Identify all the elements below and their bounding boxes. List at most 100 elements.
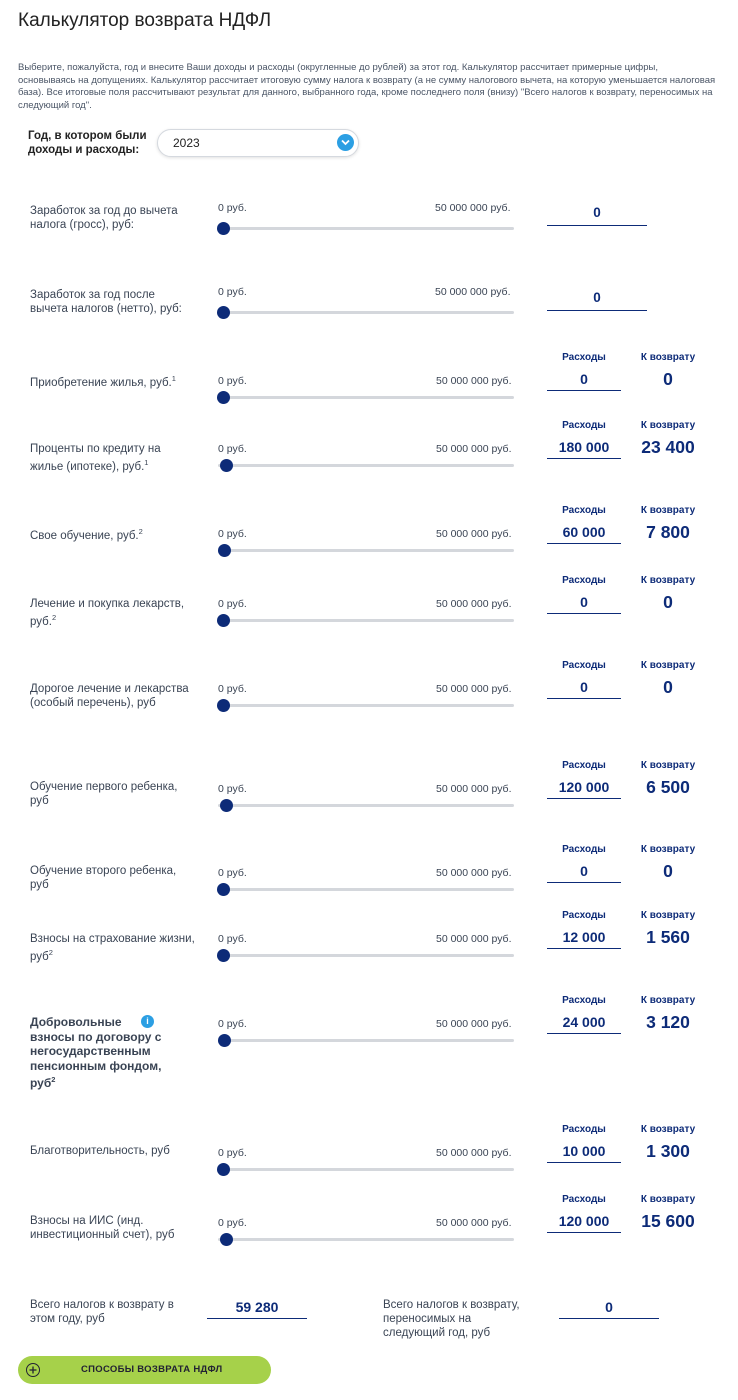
slider-thumb[interactable] [218,544,232,557]
expenses-column-header: Расходы [562,505,606,516]
expense-row-label: Свое обучение, руб.2 [30,525,195,543]
expense-row-label-text: Дорогое лечение и лекарства (особый пере… [30,683,189,709]
expense-slider[interactable] [218,799,514,812]
range-max-label: 50 000 000 руб. [436,1147,512,1159]
info-icon[interactable]: i [141,1015,154,1028]
footnote-marker: 2 [138,527,143,536]
expenses-input[interactable]: 0 [547,860,621,883]
expense-row-label: Обучение первого ребенка, руб [30,780,195,808]
refund-value: 1 300 [646,1141,690,1161]
slider-thumb[interactable] [217,306,230,319]
expense-row: Лечение и покупка лекарств, руб.2 0 руб. 5… [0,575,738,645]
range-min-label: 0 руб. [218,375,247,387]
expense-row-label: Благотворительность, руб [30,1144,195,1158]
expense-slider[interactable] [217,1163,514,1176]
refund-methods-button[interactable]: СПОСОБЫ ВОЗВРАТА НДФЛ [18,1356,271,1384]
expenses-input[interactable]: 0 [547,591,621,614]
range-min-label: 0 руб. [218,1018,247,1030]
income-gross-input[interactable]: 0 [547,201,647,226]
range-min-label: 0 руб. [218,202,247,214]
expenses-input[interactable]: 10 000 [547,1140,621,1163]
year-label: Год, в котором были доходы и расходы: [28,130,147,156]
refund-column-header: К возврату [640,420,696,431]
slider-thumb[interactable] [217,1034,231,1047]
expense-row: Добровольные взносы по договору с негосу… [0,995,738,1090]
refund-column-header: К возврату [640,575,696,586]
slider-thumb[interactable] [217,614,230,627]
expenses-input[interactable]: 180 000 [547,436,621,459]
slider-thumb[interactable] [219,799,233,812]
range-min-label: 0 руб. [218,683,247,695]
expense-slider[interactable] [218,459,514,472]
range-min-label: 0 руб. [218,783,247,795]
chevron-down-icon [337,134,354,151]
expense-row-label-text: Приобретение жилья, руб. [30,376,172,389]
expense-slider[interactable] [217,949,514,962]
income-net-label: Заработок за год после вычета налогов (н… [30,289,182,315]
range-min-label: 0 руб. [218,286,247,298]
expense-slider[interactable] [217,1034,514,1047]
expense-slider[interactable] [217,614,514,627]
expenses-input[interactable]: 60 000 [547,521,621,544]
range-min-label: 0 руб. [218,1217,247,1229]
slider-thumb[interactable] [217,222,230,235]
expenses-input[interactable]: 0 [547,368,621,391]
expense-row-label-text: Благотворительность, руб [30,1145,170,1157]
refund-value: 1 560 [646,927,690,947]
expense-row: Дорогое лечение и лекарства (особый пере… [0,660,738,730]
expense-slider[interactable] [218,544,514,557]
expense-slider[interactable] [217,699,514,712]
expenses-column-header: Расходы [562,660,606,671]
expense-row: Обучение второго ребенка, руб 0 руб. 50 00… [0,844,738,914]
expenses-input[interactable]: 120 000 [547,1210,621,1233]
expense-row-label-text: Проценты по кредиту на жилье (ипотеке), … [30,443,161,473]
expense-row-label: Проценты по кредиту на жилье (ипотеке), … [30,442,195,474]
slider-thumb[interactable] [217,883,230,896]
expenses-input[interactable]: 0 [547,676,621,699]
expenses-input[interactable]: 12 000 [547,926,621,949]
expenses-input[interactable]: 120 000 [547,776,621,799]
expense-slider[interactable] [218,1233,514,1246]
income-net-slider[interactable] [217,306,514,319]
income-net-input[interactable]: 0 [547,286,647,311]
expense-row: Приобретение жилья, руб.1 0 руб. 50 000 00… [0,352,738,422]
refund-column-header: К возврату [640,660,696,671]
expense-slider[interactable] [217,883,514,896]
expenses-column-header: Расходы [562,1124,606,1135]
year-select[interactable]: 2023 [157,129,359,157]
refund-column-header: К возврату [640,844,696,855]
refund-column-header: К возврату [640,1124,696,1135]
range-max-label: 50 000 000 руб. [436,1018,512,1030]
refund-value: 6 500 [646,777,690,797]
slider-thumb[interactable] [219,1233,233,1246]
refund-value: 0 [663,369,673,389]
range-max-label: 50 000 000 руб. [435,286,511,298]
range-max-label: 50 000 000 руб. [436,867,512,879]
expense-slider[interactable] [217,391,514,404]
total-carry-over-value: 0 [559,1296,659,1319]
income-gross-row: Заработок за год до вычета налога (гросс… [0,195,738,265]
expense-row-label-text: Взносы на ИИС (инд. инвестиционный счет)… [30,1215,175,1241]
total-this-year-value: 59 280 [207,1296,307,1319]
year-value: 2023 [173,136,200,150]
expenses-input[interactable]: 24 000 [547,1011,621,1034]
slider-thumb[interactable] [217,1163,231,1176]
expense-row-label: Дорогое лечение и лекарства (особый пере… [30,682,195,710]
range-max-label: 50 000 000 руб. [436,783,512,795]
expense-row-label: Приобретение жилья, руб.1 [30,372,195,390]
slider-thumb[interactable] [217,949,231,962]
expenses-column-header: Расходы [562,1194,606,1205]
slider-thumb[interactable] [217,699,230,712]
expense-row-label-text: Обучение первого ребенка, руб [30,781,178,807]
refund-value: 0 [663,592,673,612]
slider-thumb[interactable] [220,459,234,472]
range-min-label: 0 руб. [218,528,247,540]
income-gross-slider[interactable] [217,222,514,235]
income-gross-label: Заработок за год до вычета налога (гросс… [30,205,178,231]
expenses-column-header: Расходы [562,352,606,363]
range-min-label: 0 руб. [218,1147,247,1159]
range-max-label: 50 000 000 руб. [436,375,512,387]
slider-thumb[interactable] [217,391,230,404]
range-min-label: 0 руб. [218,867,247,879]
footnote-marker: 2 [51,613,57,622]
